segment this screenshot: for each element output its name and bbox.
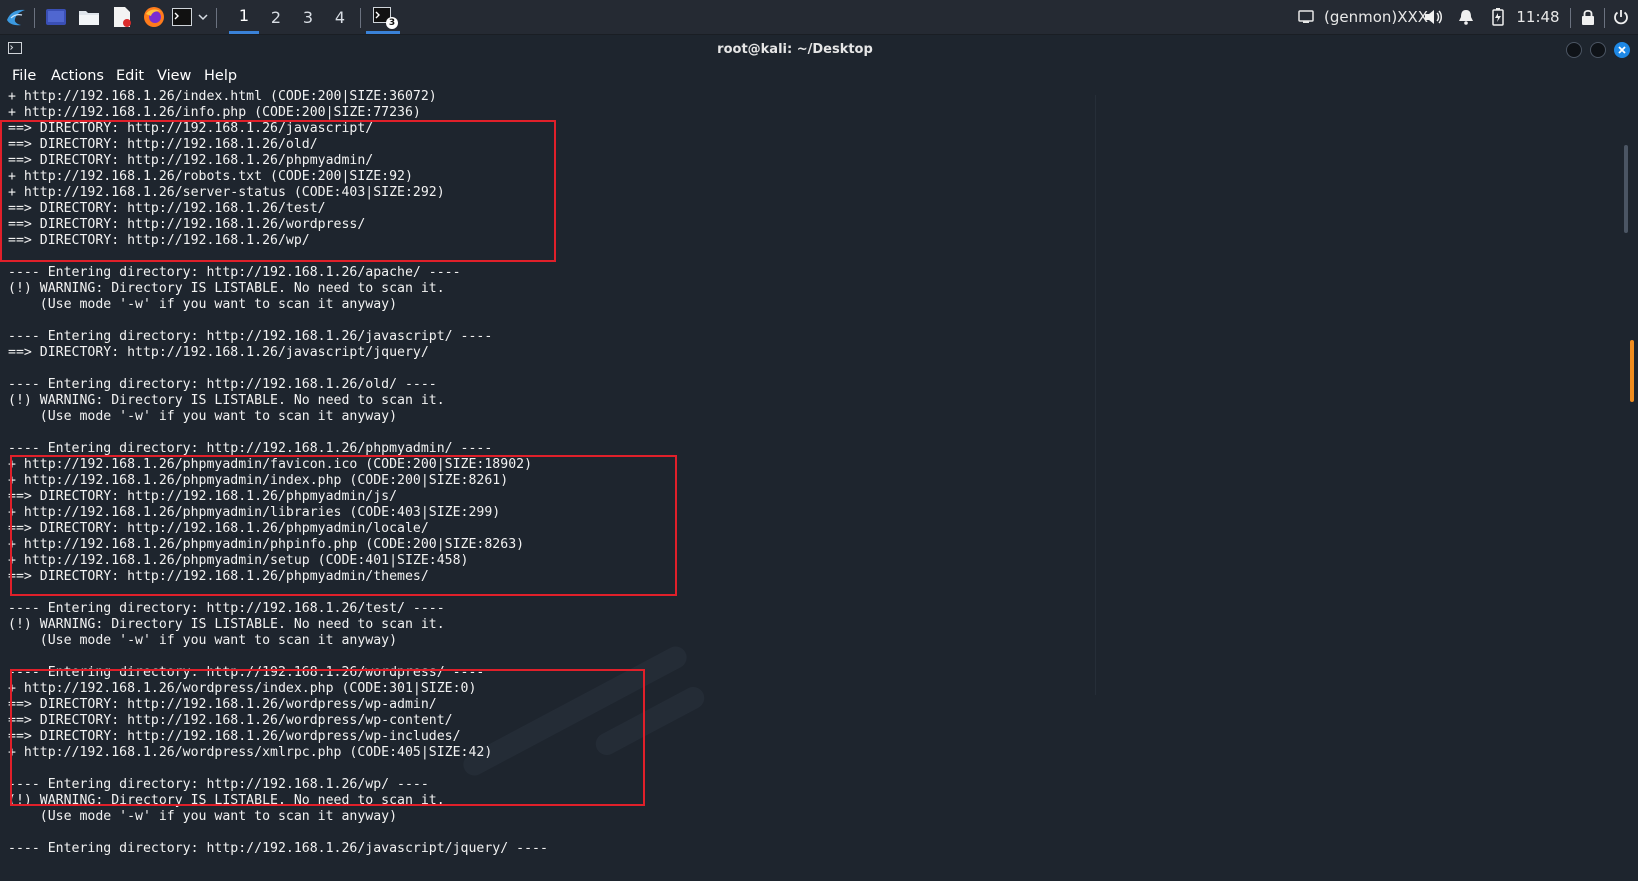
- terminal-line: ---- Entering directory: http://192.168.…: [8, 377, 437, 392]
- highlight-box-root-dirs: [0, 120, 556, 262]
- highlight-box-phpmyadmin: [10, 455, 677, 596]
- menu-edit[interactable]: Edit: [116, 68, 144, 84]
- close-icon: [1618, 46, 1626, 54]
- workspace-1[interactable]: 1: [229, 0, 259, 34]
- menu-view[interactable]: View: [157, 68, 191, 84]
- scrollbar-accent-thumb[interactable]: [1630, 340, 1634, 402]
- terminal-line: ---- Entering directory: http://192.168.…: [8, 601, 445, 616]
- terminal-line: (Use mode '-w' if you want to scan it an…: [8, 809, 398, 824]
- close-button[interactable]: [1614, 42, 1630, 58]
- minimize-button[interactable]: [1566, 42, 1582, 58]
- taskbar-separator: [360, 8, 361, 28]
- text-editor-icon[interactable]: [108, 0, 136, 34]
- menubar: File Actions Edit View Help: [0, 65, 1638, 89]
- terminal-line: ---- Entering directory: http://192.168.…: [8, 265, 461, 280]
- terminal-line: (!) WARNING: Directory IS LISTABLE. No n…: [8, 617, 445, 632]
- window-title: root@kali: ~/Desktop: [717, 42, 873, 57]
- workspace-4[interactable]: 4: [325, 0, 355, 34]
- display-icon[interactable]: [1296, 0, 1316, 34]
- terminal-line: (!) WARNING: Directory IS LISTABLE. No n…: [8, 281, 445, 296]
- battery-icon[interactable]: [1488, 0, 1508, 34]
- terminal-line: ==> DIRECTORY: http://192.168.1.26/javas…: [8, 345, 429, 360]
- terminal-line: ---- Entering directory: http://192.168.…: [8, 841, 548, 856]
- menu-actions[interactable]: Actions: [51, 68, 104, 84]
- lock-icon[interactable]: [1578, 0, 1598, 34]
- terminal-line: (Use mode '-w' if you want to scan it an…: [8, 297, 398, 312]
- taskbar: 1 2 3 4 3 (genmon)XXX 11:48: [0, 0, 1638, 35]
- scrollbar-thumb[interactable]: [1624, 145, 1628, 233]
- highlight-box-wordpress: [10, 669, 645, 806]
- terminal-window: root@kali: ~/Desktop File Actions Edit V…: [0, 35, 1638, 881]
- notification-bell-icon[interactable]: [1456, 0, 1476, 34]
- genmon-label: (genmon)XXX: [1324, 8, 1429, 26]
- terminal-line: (!) WARNING: Directory IS LISTABLE. No n…: [8, 393, 445, 408]
- taskbar-separator: [216, 8, 217, 28]
- terminal-line: (Use mode '-w' if you want to scan it an…: [8, 409, 398, 424]
- chevron-down-icon[interactable]: [196, 0, 210, 34]
- clock[interactable]: 11:48: [1514, 0, 1562, 34]
- desktop-icon[interactable]: [42, 0, 70, 34]
- volume-icon[interactable]: [1422, 0, 1446, 34]
- file-manager-icon[interactable]: [75, 0, 103, 34]
- terminal-line: ---- Entering directory: http://192.168.…: [8, 329, 493, 344]
- workspace-2[interactable]: 2: [261, 0, 291, 34]
- power-icon[interactable]: [1610, 0, 1632, 34]
- terminal-line: + http://192.168.1.26/index.html (CODE:2…: [8, 89, 437, 104]
- terminal-icon[interactable]: [170, 0, 194, 34]
- terminal-line: (Use mode '-w' if you want to scan it an…: [8, 633, 398, 648]
- window-titlebar[interactable]: root@kali: ~/Desktop: [0, 35, 1638, 65]
- maximize-button[interactable]: [1590, 42, 1606, 58]
- kali-menu-icon[interactable]: [2, 0, 30, 34]
- workspace-3[interactable]: 3: [293, 0, 323, 34]
- menu-help[interactable]: Help: [204, 68, 237, 84]
- taskbar-window-terminal[interactable]: 3: [366, 0, 400, 34]
- taskbar-separator: [34, 8, 35, 28]
- firefox-icon[interactable]: [140, 0, 168, 34]
- taskbar-separator: [1570, 8, 1571, 28]
- terminal-line: + http://192.168.1.26/info.php (CODE:200…: [8, 105, 421, 120]
- menu-file[interactable]: File: [12, 68, 36, 84]
- window-count-badge: 3: [386, 17, 398, 29]
- taskbar-separator: [1604, 8, 1605, 28]
